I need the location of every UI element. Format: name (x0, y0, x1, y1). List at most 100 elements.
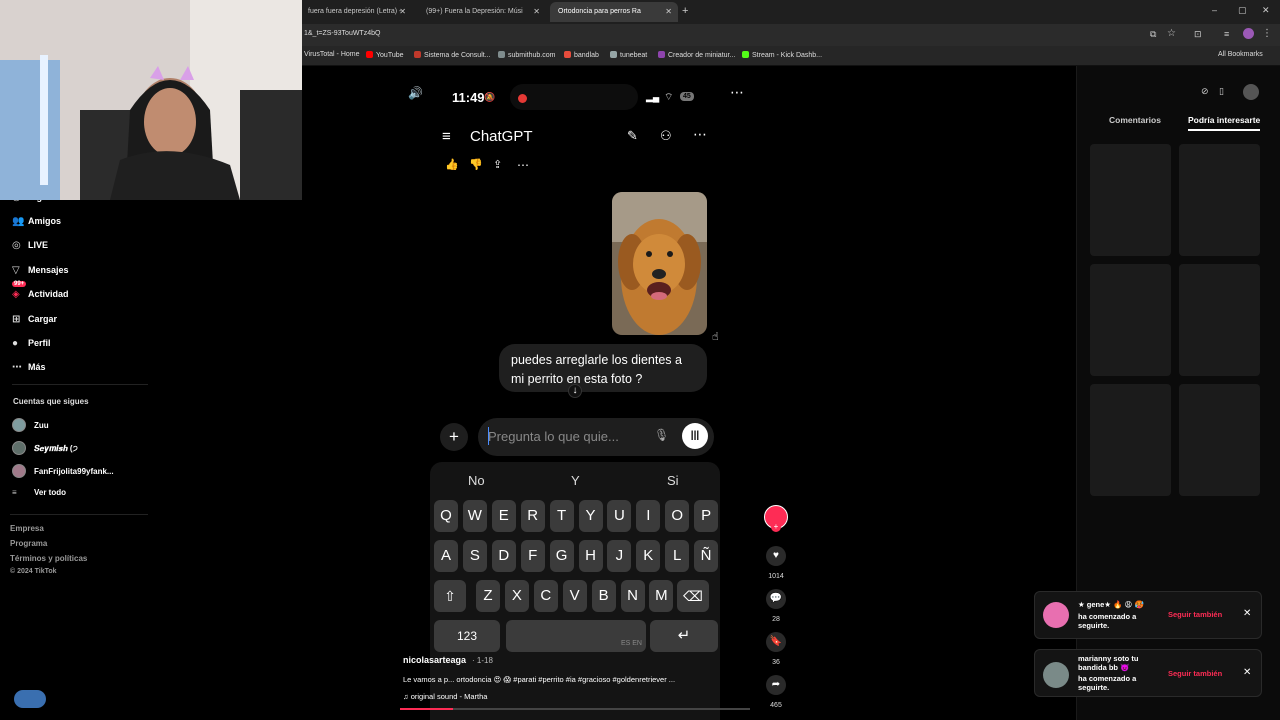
new-tab-button[interactable]: + (682, 5, 688, 17)
browser-tab[interactable]: fuera fuera depresión (Letra) - ✕ (300, 2, 412, 22)
see-all-link[interactable]: ≡ Ver todo (12, 488, 66, 497)
key-q[interactable]: Q (434, 500, 458, 532)
key-x[interactable]: X (504, 580, 529, 612)
sidebar-item-messages[interactable]: ▽ Mensajes (12, 265, 69, 276)
star-icon[interactable]: ☆ (1167, 28, 1176, 39)
key-z[interactable]: Z (476, 580, 500, 612)
dog-photo[interactable] (612, 192, 707, 335)
following-account[interactable]: Zuu (12, 418, 49, 432)
voice-mode-icon[interactable]: ||| (682, 423, 708, 449)
shift-key[interactable]: ⇧ (434, 580, 466, 612)
sidebar-item-profile[interactable]: ● Perfil (12, 338, 51, 349)
key-v[interactable]: V (562, 580, 587, 612)
browser-tab-active[interactable]: Ortodoncia para perros Ra ✕ (550, 2, 678, 22)
key-l[interactable]: L (665, 540, 690, 572)
avatar[interactable] (1243, 84, 1259, 100)
menu-icon[interactable]: ⋮ (1262, 28, 1272, 39)
follow-notification[interactable]: ★ gene★ 🔥 😩 🥵 ha comenzado a seguirte. S… (1034, 591, 1262, 639)
follow-notification[interactable]: marianny soto tu bandida bb 👿 ha comenza… (1034, 649, 1262, 697)
follow-plus-icon[interactable]: + (771, 522, 781, 532)
space-key[interactable]: ES EN (506, 620, 646, 652)
cast-icon[interactable]: ⧉ (1150, 29, 1156, 40)
bookmark[interactable]: tunebeat (610, 51, 647, 59)
close-icon[interactable]: ✕ (1243, 608, 1251, 619)
video-sound[interactable]: ♫ original sound - Martha (403, 692, 487, 701)
key-n[interactable]: N (620, 580, 645, 612)
new-chat-icon[interactable]: ✎ (627, 128, 638, 144)
key-y[interactable]: Y (578, 500, 603, 532)
comment-icon[interactable]: 💬 (766, 589, 786, 609)
key-d[interactable]: D (491, 540, 516, 572)
bookmark[interactable]: YouTube (366, 51, 404, 59)
close-icon[interactable]: ✕ (399, 7, 406, 16)
bookmark[interactable]: submithub.com (498, 51, 555, 59)
numbers-key[interactable]: 123 (434, 620, 500, 652)
video-progress-track[interactable] (400, 708, 750, 710)
add-user-icon[interactable]: ⚇ (660, 128, 672, 144)
key-h[interactable]: H (578, 540, 603, 572)
more-options-icon[interactable]: ⋯ (730, 84, 744, 101)
key-t[interactable]: T (549, 500, 574, 532)
sidebar-item-activity[interactable]: ◈ Actividad 99+ (12, 281, 69, 300)
key-r[interactable]: R (520, 500, 545, 532)
close-window-icon[interactable]: ✕ (1262, 5, 1270, 16)
sidebar-item-upload[interactable]: ⊞ Cargar (12, 314, 57, 325)
url-field[interactable]: 1&_t=ZS-93TouWTz4bQ (304, 30, 380, 37)
bookmark[interactable]: Sistema de Consult... (414, 51, 491, 59)
message-input[interactable]: Pregunta lo que quie... 🎙 ||| (478, 418, 714, 456)
key-o[interactable]: O (665, 500, 690, 532)
scroll-down-icon[interactable]: ↓ (568, 384, 582, 398)
follow-back-button[interactable]: Seguir también (1168, 610, 1222, 619)
add-attachment-button[interactable]: + (440, 423, 468, 451)
close-icon[interactable]: ✕ (665, 7, 672, 16)
footer-link-program[interactable]: Programa (10, 539, 47, 548)
autoscroll-icon[interactable]: ⊘ (1201, 86, 1221, 100)
suggested-video[interactable] (1090, 264, 1171, 376)
backspace-key[interactable]: ⌫ (677, 580, 709, 612)
settings-toggle[interactable] (14, 690, 46, 708)
following-account[interactable]: FanFrijolita99yfank... (12, 464, 114, 478)
suggestion[interactable]: No (468, 473, 485, 488)
thumbs-down-icon[interactable]: 👎 (469, 158, 483, 171)
key-w[interactable]: W (462, 500, 487, 532)
share-icon[interactable]: ➦ (766, 675, 786, 695)
thumbs-up-icon[interactable]: 👍 (445, 158, 459, 171)
key-f[interactable]: F (520, 540, 545, 572)
footer-link-company[interactable]: Empresa (10, 524, 44, 533)
key-m[interactable]: M (649, 580, 674, 612)
profile-avatar[interactable] (1243, 28, 1254, 39)
extensions-icon[interactable]: ⊡ (1194, 29, 1202, 40)
volume-icon[interactable]: 🔊 (408, 86, 423, 100)
maximize-icon[interactable]: ▢ (1238, 5, 1247, 16)
share-icon[interactable]: ⇪ (493, 158, 502, 171)
sidebar-item-friends[interactable]: 👥 Amigos (12, 216, 61, 227)
close-icon[interactable]: ✕ (1243, 667, 1251, 678)
key-a[interactable]: A (434, 540, 458, 572)
video-player[interactable]: 🔊 11:49 🔕 ▂▄ ⌔ 45 ⋯ ≡ ChatGPT ✎ ⚇ ⋯ 👍 👎 … (400, 66, 760, 720)
suggested-video[interactable] (1179, 144, 1260, 256)
suggested-video[interactable] (1179, 264, 1260, 376)
key-g[interactable]: G (549, 540, 574, 572)
suggestion[interactable]: Y (571, 473, 580, 488)
follow-back-button[interactable]: Seguir también (1168, 669, 1222, 678)
key-p[interactable]: P (694, 500, 719, 532)
suggested-video[interactable] (1179, 384, 1260, 496)
all-bookmarks[interactable]: All Bookmarks (1218, 51, 1263, 58)
device-icon[interactable]: ▯ (1219, 86, 1224, 97)
key-k[interactable]: K (636, 540, 661, 572)
close-icon[interactable]: ✕ (533, 7, 540, 16)
hamburger-menu-icon[interactable]: ≡ (442, 128, 451, 145)
bookmark-icon[interactable]: 🔖 (766, 632, 786, 652)
key-ñ[interactable]: Ñ (694, 540, 719, 572)
key-j[interactable]: J (607, 540, 632, 572)
chat-more-icon[interactable]: ⋯ (693, 126, 707, 143)
suggestion[interactable]: Si (667, 473, 679, 488)
suggested-video[interactable] (1090, 384, 1171, 496)
key-c[interactable]: C (533, 580, 558, 612)
like-icon[interactable]: ♥ (766, 546, 786, 566)
microphone-icon[interactable]: 🎙 (654, 428, 669, 442)
tab-comments[interactable]: Comentarios (1109, 115, 1161, 125)
browser-tab[interactable]: (99+) Fuera la Depresión: Músi ✕ (418, 2, 546, 22)
sidebar-item-more[interactable]: ⋯ Más (12, 362, 46, 373)
message-more-icon[interactable]: ⋯ (517, 158, 529, 172)
